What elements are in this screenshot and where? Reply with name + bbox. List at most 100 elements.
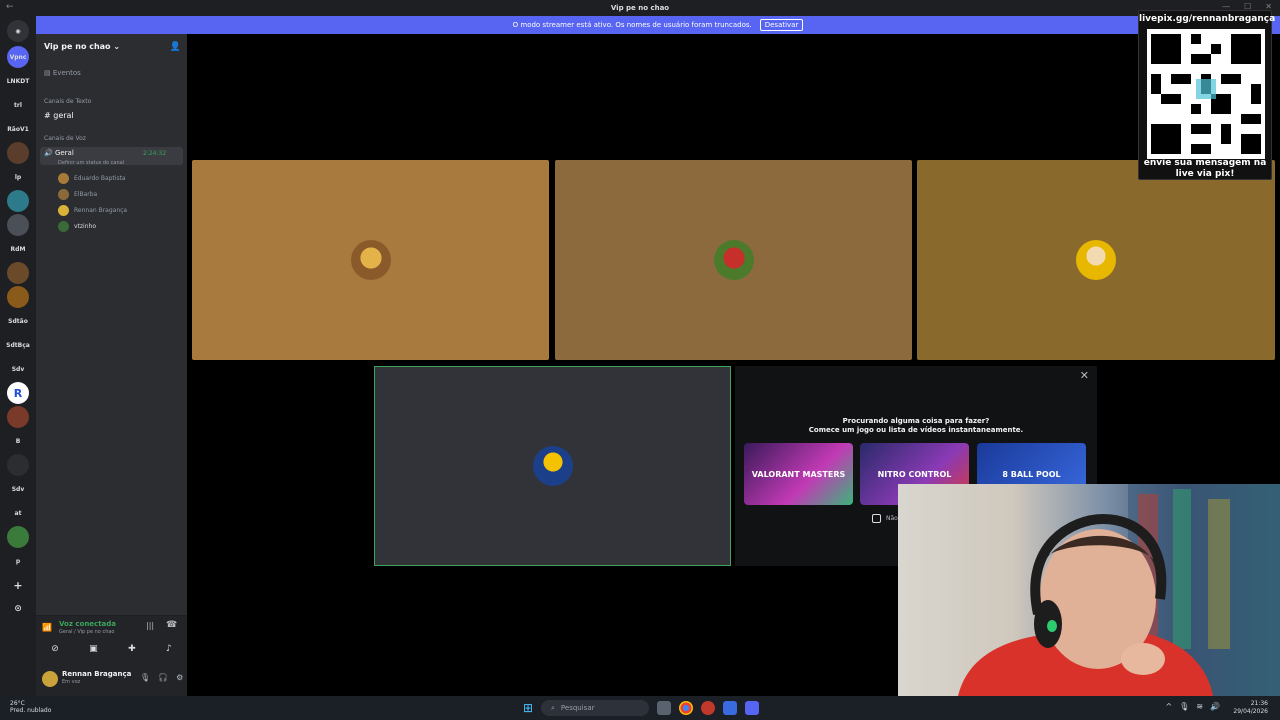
participant-tile[interactable] (555, 160, 912, 360)
app-icon-blue[interactable] (723, 701, 737, 715)
direct-messages-icon[interactable]: ◉ (7, 20, 29, 42)
guild-at[interactable]: at (7, 502, 29, 524)
voice-member[interactable]: ElBarba (58, 189, 97, 200)
events-item[interactable]: ▤ Eventos (44, 69, 81, 77)
microphone-icon[interactable]: 🎙 (140, 673, 150, 682)
add-server-icon[interactable]: + (7, 574, 29, 596)
title-bar: ← Vip pe no chao — ☐ ✕ (0, 0, 1280, 16)
game-card-valorant[interactable]: VALORANT MASTERS (744, 443, 853, 505)
avatar (58, 173, 69, 184)
voice-member[interactable]: Rennan Bragança (58, 205, 127, 216)
guild-avatar-1[interactable] (7, 142, 29, 164)
guild-trl[interactable]: trl (7, 94, 29, 116)
self-avatar (532, 446, 573, 486)
taskbar-search[interactable]: ⌕ Pesquisar (541, 700, 649, 716)
dont-show-label: Não (886, 515, 898, 522)
guild-raov1[interactable]: RãoV1 (7, 118, 29, 140)
user-avatar[interactable] (42, 671, 58, 687)
guild-avatar-3[interactable] (7, 214, 29, 236)
guild-sdtao[interactable]: Sdtão (7, 310, 29, 332)
headphones-icon[interactable]: 🎧 (158, 673, 168, 682)
disable-streamer-button[interactable]: Desativar (759, 19, 804, 31)
wifi-icon[interactable]: ≋ (1196, 702, 1203, 711)
guild-rdm[interactable]: RdM (7, 238, 29, 260)
participant-avatar (1076, 240, 1116, 280)
activities-icon[interactable]: ✚ (128, 644, 136, 654)
avatar (58, 205, 69, 216)
server-list: ◉ Vpnc LNKDT trl RãoV1 lp RdM Sdtão SdtB… (0, 16, 36, 696)
activity-prompt: Procurando alguma coisa para fazer? (842, 417, 990, 425)
chrome-icon[interactable] (679, 701, 693, 715)
text-category[interactable]: Canais de Texto (44, 98, 91, 105)
settings-gear-icon[interactable]: ⚙ (176, 673, 183, 682)
discord-taskbar-icon[interactable] (745, 701, 759, 715)
guild-avatar-5[interactable] (7, 286, 29, 308)
guild-sdtbca[interactable]: SdtBça (6, 334, 30, 356)
guild-vpnc[interactable]: Vpnc (7, 46, 29, 68)
mic-tray-icon[interactable]: 🎙 (1179, 702, 1189, 711)
voice-status: Voz conectada (59, 620, 116, 628)
camera-off-icon[interactable]: ⊘ (51, 644, 59, 654)
streamer-banner-text: O modo streamer está ativo. Os nomes de … (512, 21, 752, 29)
voice-location[interactable]: Geral / Vip pe no chao (59, 629, 114, 635)
weather-widget[interactable]: 26°C Pred. nublado (10, 700, 51, 714)
server-name[interactable]: Vip pe no chao ⌄ (44, 42, 120, 51)
windows-start-icon[interactable]: ⊞ (523, 701, 533, 715)
guild-lnkdt[interactable]: LNKDT (7, 70, 30, 92)
voice-actions: ⊘ ▣ ✚ ♪ (36, 644, 187, 654)
soundboard-icon[interactable]: ♪ (166, 644, 172, 654)
participant-tile[interactable] (917, 160, 1275, 360)
channel-sidebar: Vip pe no chao ⌄ 👤 ▤ Eventos Canais de T… (36, 34, 187, 696)
app-icon-red[interactable] (701, 701, 715, 715)
participant-avatar (713, 240, 754, 280)
chevron-up-icon[interactable]: ^ (1165, 702, 1172, 711)
screen-share-icon[interactable]: ▣ (89, 644, 98, 654)
guild-avatar-4[interactable] (7, 262, 29, 284)
guild-avatar-8[interactable] (7, 526, 29, 548)
guild-lp[interactable]: lp (7, 166, 29, 188)
voice-connection-panel: 📶 Voz conectada Geral / Vip pe no chao |… (36, 615, 187, 664)
qr-code-icon (1147, 29, 1265, 159)
system-tray: ^ 🎙 ≋ 🔊 (1165, 702, 1220, 711)
search-icon: ⌕ (551, 703, 555, 712)
task-view-icon[interactable] (657, 701, 671, 715)
guild-b[interactable]: B (7, 430, 29, 452)
voice-category[interactable]: Canais de Voz (44, 135, 86, 142)
close-icon[interactable]: ✕ (1080, 369, 1089, 382)
channel-geral[interactable]: # geral (44, 111, 74, 120)
guild-avatar-6[interactable] (7, 406, 29, 428)
avatar (58, 189, 69, 200)
voice-channel-label: 🔊 Geral (44, 149, 74, 157)
dont-show-checkbox[interactable] (872, 514, 881, 523)
user-controls: 🎙 🎧 ⚙ (140, 673, 183, 682)
streamer-mode-banner: O modo streamer está ativo. Os nomes de … (36, 16, 1280, 34)
livepix-overlay: livepix.gg/rennanbragança envie sua mens… (1138, 10, 1276, 180)
user-status: Em voz (62, 679, 81, 685)
noise-suppression-icon[interactable]: ||| (146, 621, 154, 630)
invite-people-icon[interactable]: 👤 (170, 42, 181, 52)
activity-subtitle: Comece um jogo ou lista de vídeos instan… (808, 426, 1024, 434)
user-name: Rennan Bragança (62, 670, 132, 678)
volume-icon[interactable]: 🔊 (1210, 702, 1220, 711)
guild-r-logo-icon[interactable]: R (7, 382, 29, 404)
livepix-url: livepix.gg/rennanbragança (1139, 14, 1276, 24)
guild-avatar-2[interactable] (7, 190, 29, 212)
discover-icon[interactable]: ⊙ (7, 598, 29, 620)
user-panel: Rennan Bragança Em voz 🎙 🎧 ⚙ (36, 664, 187, 696)
guild-p[interactable]: p (7, 550, 29, 572)
participant-tile[interactable] (192, 160, 549, 360)
livepix-message: envie sua mensagem na live via pix! (1143, 158, 1267, 179)
participant-avatar (350, 240, 391, 280)
voice-member[interactable]: Eduardo Baptista (58, 173, 126, 184)
window-title: Vip pe no chao (610, 4, 670, 12)
channel-status-hint[interactable]: Definir um status do canal (58, 160, 124, 166)
guild-sdv-2[interactable]: Sdv (7, 478, 29, 500)
guild-avatar-7[interactable] (7, 454, 29, 476)
disconnect-icon[interactable]: ☎ (166, 620, 177, 630)
voice-member[interactable]: vtzinho (58, 221, 96, 232)
clock[interactable]: 21:36 29/04/2026 (1233, 700, 1268, 716)
self-video-tile[interactable] (374, 366, 731, 566)
guild-sdv[interactable]: Sdv (7, 358, 29, 380)
windows-taskbar: 26°C Pred. nublado ⊞ ⌕ Pesquisar ^ 🎙 ≋ 🔊 2… (0, 696, 1280, 720)
webcam-feed (898, 484, 1280, 696)
